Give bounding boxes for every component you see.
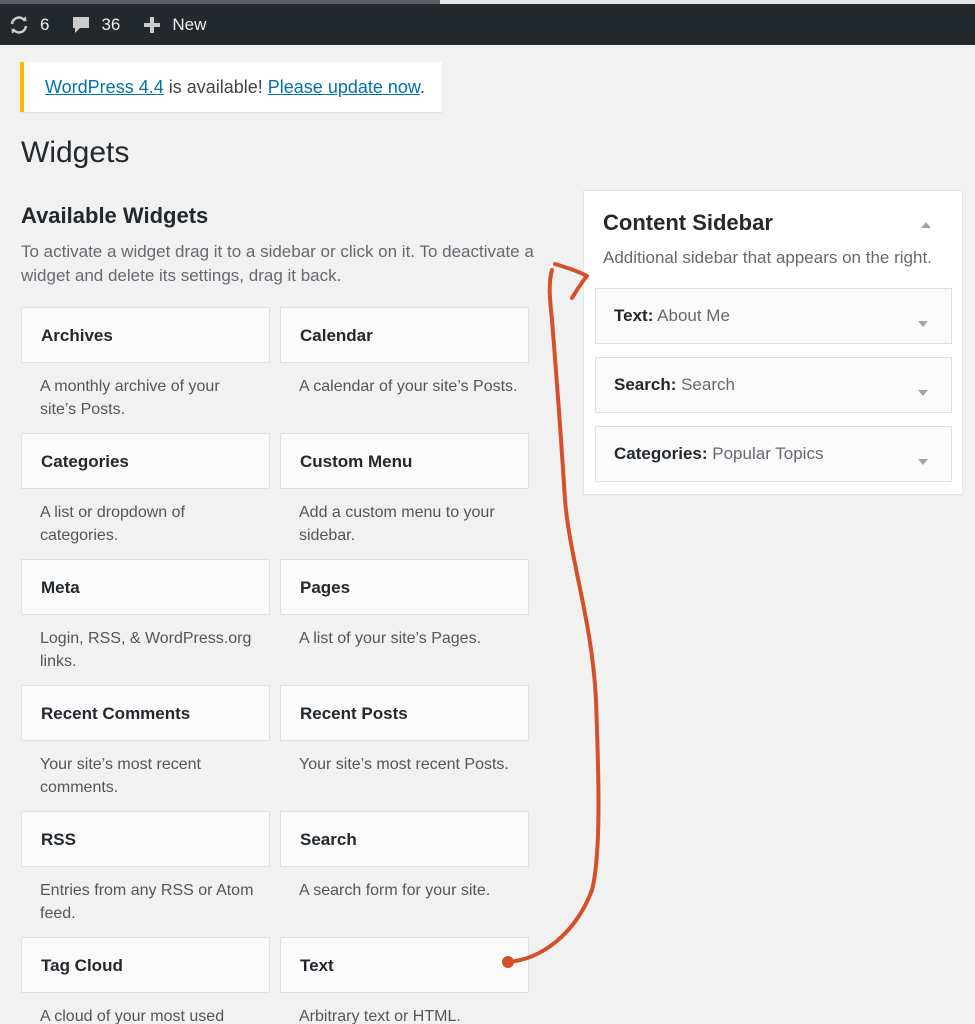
plus-icon (142, 15, 162, 35)
page-title: Widgets (21, 136, 130, 169)
widget-description: Arbitrary text or HTML. (299, 1008, 461, 1024)
sidebar-widget-title: Popular Topics (707, 444, 824, 463)
sidebar-widget-search[interactable]: Search: Search (595, 357, 952, 413)
widget-description: Login, RSS, & WordPress.org links. (40, 630, 252, 670)
widget-categories: Categories A list or dropdown of categor… (21, 433, 270, 547)
updates-count: 6 (40, 14, 50, 34)
updates-icon (8, 15, 30, 35)
widget-custom-menu: Custom Menu Add a custom menu to your si… (280, 433, 529, 547)
widget-title[interactable]: Meta (21, 559, 270, 615)
new-content-button[interactable]: New (134, 4, 220, 45)
sidebar-title[interactable]: Content Sidebar (603, 210, 773, 236)
chevron-down-icon[interactable] (917, 313, 929, 333)
sidebar-widget-type: Text: (614, 306, 654, 325)
chevron-down-icon[interactable] (917, 382, 929, 402)
widget-title[interactable]: Categories (21, 433, 270, 489)
sidebar-widget-title: Search (676, 375, 735, 394)
sidebar-widget-text[interactable]: Text: About Me (595, 288, 952, 344)
widget-title[interactable]: Recent Posts (280, 685, 529, 741)
widget-title[interactable]: Calendar (280, 307, 529, 363)
widget-recent-comments: Recent Comments Your site’s most recent … (21, 685, 270, 799)
updates-button[interactable]: 6 (0, 4, 63, 45)
browser-tab-strip (440, 0, 975, 4)
notice-end: . (419, 77, 425, 97)
collapse-arrow-icon[interactable] (920, 216, 932, 234)
widget-meta: Meta Login, RSS, & WordPress.org links. (21, 559, 270, 673)
sidebar-description: Additional sidebar that appears on the r… (603, 248, 932, 267)
available-widgets-description: To activate a widget drag it to a sideba… (21, 242, 534, 285)
widget-recent-posts: Recent Posts Your site’s most recent Pos… (280, 685, 529, 776)
version-link[interactable]: WordPress 4.4 (45, 77, 164, 97)
widget-search: Search A search form for your site. (280, 811, 529, 902)
sidebar-widget-title: About Me (653, 306, 730, 325)
chevron-down-icon[interactable] (917, 451, 929, 471)
notice-text: is available! (163, 77, 268, 97)
widget-title[interactable]: Search (280, 811, 529, 867)
admin-bar: 6 36 New (0, 0, 975, 45)
widget-title[interactable]: Custom Menu (280, 433, 529, 489)
widget-description: A search form for your site. (299, 882, 491, 899)
sidebar-widget-categories[interactable]: Categories: Popular Topics (595, 426, 952, 482)
widget-title[interactable]: Text (280, 937, 529, 993)
widget-rss: RSS Entries from any RSS or Atom feed. (21, 811, 270, 925)
widget-text: Text Arbitrary text or HTML. (280, 937, 529, 1024)
comments-count: 36 (101, 14, 121, 34)
widget-title[interactable]: Recent Comments (21, 685, 270, 741)
update-now-link[interactable]: Please update now (268, 77, 420, 97)
widget-description: A list of your site’s Pages. (299, 630, 482, 647)
update-notice: WordPress 4.4 is available! Please updat… (20, 62, 442, 112)
widget-description: A list or dropdown of categories. (40, 504, 185, 544)
sidebar-widget-type: Search: (614, 375, 677, 394)
widget-description: Your site’s most recent Posts. (299, 756, 509, 773)
widget-description: A cloud of your most used (40, 1008, 225, 1024)
widget-description: Add a custom menu to your sidebar. (299, 504, 495, 544)
sidebar-widget-type: Categories: (614, 444, 708, 463)
widget-title[interactable]: Archives (21, 307, 270, 363)
widget-tag-cloud: Tag Cloud A cloud of your most used (21, 937, 270, 1024)
widget-calendar: Calendar A calendar of your site’s Posts… (280, 307, 529, 398)
available-widgets-title: Available Widgets (21, 203, 209, 228)
content-sidebar-panel: Content Sidebar Additional sidebar that … (583, 190, 963, 495)
widget-pages: Pages A list of your site’s Pages. (280, 559, 529, 650)
widget-description: Your site’s most recent comments. (40, 756, 201, 796)
widget-title[interactable]: Tag Cloud (21, 937, 270, 993)
new-label: New (172, 14, 207, 34)
comments-button[interactable]: 36 (63, 4, 134, 45)
widget-description: A calendar of your site’s Posts. (299, 378, 518, 395)
widget-description: Entries from any RSS or Atom feed. (40, 882, 254, 922)
widget-title[interactable]: Pages (280, 559, 529, 615)
widget-title[interactable]: RSS (21, 811, 270, 867)
comment-bubble-icon (71, 15, 91, 35)
widget-archives: Archives A monthly archive of your site’… (21, 307, 270, 421)
widget-description: A monthly archive of your site’s Posts. (40, 378, 220, 418)
